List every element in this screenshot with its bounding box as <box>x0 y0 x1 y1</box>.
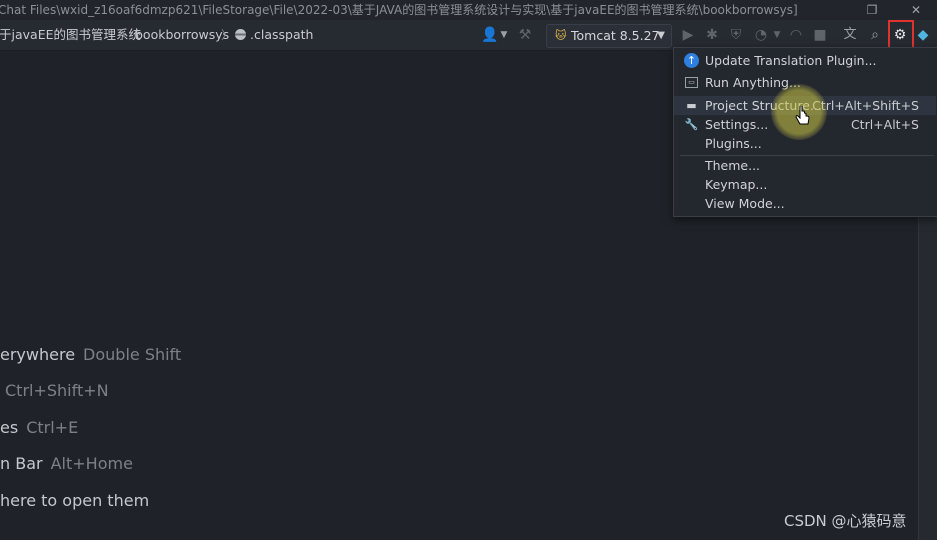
hint-shortcut: Ctrl+Shift+N <box>5 381 109 400</box>
hint-shortcut: Double Shift <box>83 345 182 364</box>
hint-label: here to open them <box>0 491 150 510</box>
menu-item-label: Update Translation Plugin... <box>705 53 877 68</box>
file-icon <box>235 29 246 40</box>
menu-item-theme[interactable]: Theme... <box>674 156 936 175</box>
plugin-logo-icon[interactable]: ◆ <box>913 25 933 45</box>
menu-item-view-mode[interactable]: View Mode... <box>674 194 936 213</box>
hint-drop-files: here to open them <box>0 491 149 510</box>
stop-icon[interactable]: ■ <box>810 25 830 45</box>
breadcrumb-module[interactable]: bookborrowsys <box>135 20 229 50</box>
chevron-down-icon[interactable]: ▼ <box>767 25 787 45</box>
hint-go-to-file: Ctrl+Shift+N <box>0 381 109 400</box>
chevron-down-icon: ▼ <box>657 30 665 41</box>
run-configuration-label: Tomcat 8.5.27 <box>571 28 660 43</box>
debug-icon[interactable]: ✱ <box>702 25 722 45</box>
update-icon: ↑ <box>684 53 699 68</box>
hammer-icon[interactable]: ⚒ <box>515 25 535 45</box>
breadcrumb-file[interactable]: .classpath <box>235 20 313 50</box>
menu-item-label: Theme... <box>705 158 761 173</box>
menu-item-label: View Mode... <box>705 196 785 211</box>
hint-label: erywhere <box>0 345 76 364</box>
menu-item-keymap[interactable]: Keymap... <box>674 175 936 194</box>
menu-item-shortcut: Ctrl+Alt+Shift+S <box>812 98 919 113</box>
translate-icon[interactable]: 文 <box>840 25 860 45</box>
hint-shortcut: Alt+Home <box>50 454 133 473</box>
menu-item-label: Keymap... <box>705 177 768 192</box>
attach-profiler-icon[interactable]: ◠ <box>786 25 806 45</box>
menu-item-label: Settings... <box>705 117 769 132</box>
breadcrumb-separator: 〉 <box>221 28 234 42</box>
chevron-down-icon[interactable]: ▼ <box>494 25 514 45</box>
close-button[interactable]: ✕ <box>902 0 930 20</box>
window-title: Chat Files\wxid_z16oaf6dmzp621\FileStora… <box>0 3 798 17</box>
hint-recent-files: es Ctrl+E <box>0 418 78 437</box>
hand-cursor-icon <box>795 106 810 125</box>
restore-button[interactable]: ❐ <box>858 0 886 20</box>
title-bar: Chat Files\wxid_z16oaf6dmzp621\FileStora… <box>0 0 937 20</box>
run-icon[interactable]: ▶ <box>678 25 698 45</box>
run-configuration-selector[interactable]: 🐱 Tomcat 8.5.27 ▼ <box>546 24 672 48</box>
menu-item-shortcut: Ctrl+Alt+S <box>850 117 919 132</box>
breadcrumb-separator: 〉 <box>120 28 133 42</box>
hint-shortcut: Ctrl+E <box>26 418 79 437</box>
tomcat-icon: 🐱 <box>555 29 567 42</box>
menu-item-label: Plugins... <box>705 136 762 151</box>
watermark: CSDN @心猿码意 <box>784 512 907 530</box>
search-icon[interactable]: ⌕ <box>865 25 885 45</box>
coverage-icon[interactable]: ⛨ <box>726 25 746 45</box>
folder-icon: ▬ <box>686 99 697 112</box>
hint-label: n Bar <box>0 454 43 473</box>
hint-label: es <box>0 418 19 437</box>
hint-navigation-bar: n Bar Alt+Home <box>0 454 133 473</box>
hint-search-everywhere: erywhere Double Shift <box>0 345 181 364</box>
menu-item-update-translation-plugin[interactable]: ↑ Update Translation Plugin... <box>674 51 936 70</box>
wrench-icon: 🔧 <box>684 118 699 131</box>
terminal-icon: ▭ <box>685 77 698 88</box>
breadcrumb-file-label: .classpath <box>250 27 314 42</box>
